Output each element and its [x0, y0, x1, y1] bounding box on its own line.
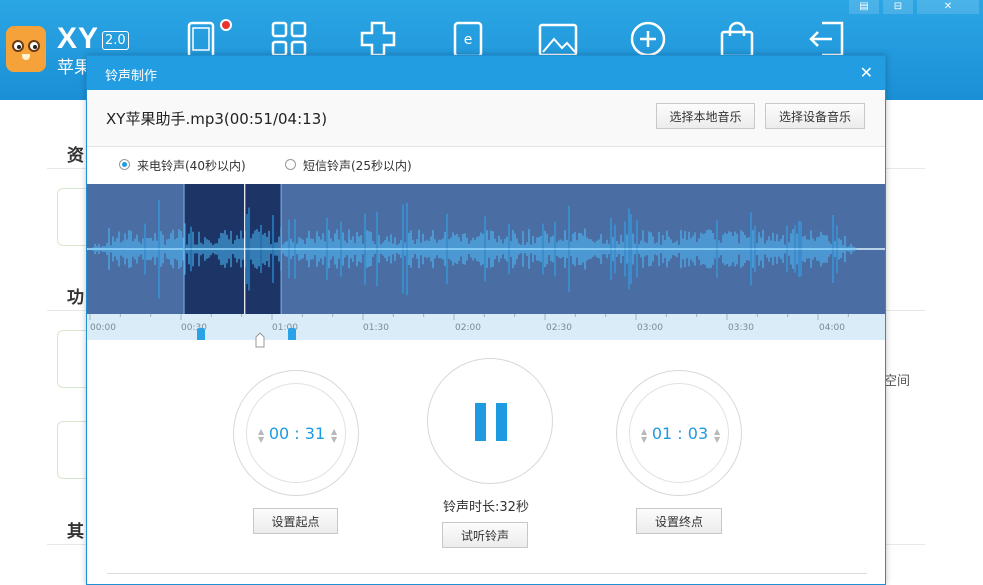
shop-bag-icon[interactable]: [716, 18, 758, 60]
close-app-button[interactable]: ✕: [917, 0, 979, 14]
waveform-graph: [87, 184, 885, 314]
sms-ringtone-radio[interactable]: [285, 159, 296, 170]
phone-icon[interactable]: [180, 18, 222, 60]
app-version-badge: 2.0: [102, 31, 129, 50]
select-device-music-button[interactable]: 选择设备音乐: [765, 103, 865, 129]
ringtone-type-options: 来电铃声(40秒以内) 短信铃声(25秒以内): [87, 147, 885, 184]
tick-label: 04:00: [819, 323, 845, 333]
start-increment-icon[interactable]: ▲ ▼: [331, 428, 337, 444]
svg-text:e: e: [464, 32, 473, 48]
select-local-music-button[interactable]: 选择本地音乐: [656, 103, 755, 129]
exit-icon[interactable]: [806, 18, 848, 60]
game-icon[interactable]: [357, 18, 399, 60]
call-ringtone-label[interactable]: 来电铃声(40秒以内): [137, 157, 246, 174]
call-ringtone-radio[interactable]: [119, 159, 130, 170]
file-info-row: XY苹果助手.mp3(00:51/04:13) 选择本地音乐 选择设备音乐: [87, 90, 885, 147]
dialog-close-button[interactable]: ✕: [860, 63, 873, 82]
tick-label: 03:00: [637, 323, 663, 333]
set-end-button[interactable]: 设置终点: [636, 508, 722, 534]
tick-label: 00:00: [90, 323, 116, 333]
ringtone-duration: 铃声时长:32秒: [443, 500, 529, 515]
pause-icon: [475, 403, 486, 441]
timeline-ruler[interactable]: 00:00 00:30 01:00 01:30 02:00 02:30 03:0…: [87, 314, 885, 340]
ringtone-maker-dialog: 铃声制作 ✕ XY苹果助手.mp3(00:51/04:13) 选择本地音乐 选择…: [86, 55, 886, 585]
apps-grid-icon[interactable]: [268, 18, 310, 60]
set-start-button[interactable]: 设置起点: [253, 508, 338, 534]
tick-label: 03:30: [728, 323, 754, 333]
preview-ringtone-button[interactable]: 试听铃声: [442, 522, 528, 548]
wallpaper-icon[interactable]: [537, 18, 579, 60]
notification-dot: [220, 19, 232, 31]
end-marker-handle[interactable]: [288, 328, 296, 340]
file-name: XY苹果助手.mp3(00:51/04:13): [106, 110, 328, 128]
ringtone-add-icon[interactable]: [627, 18, 669, 60]
sms-ringtone-label[interactable]: 短信铃声(25秒以内): [303, 157, 412, 174]
pause-icon: [496, 403, 507, 441]
tick-label: 01:30: [363, 323, 389, 333]
end-increment-icon[interactable]: ▲ ▼: [714, 428, 720, 444]
dialog-footer-divider: [107, 573, 867, 574]
storage-space-label: 空间: [884, 374, 911, 389]
ebook-icon[interactable]: e: [447, 18, 489, 60]
app-logo-owl-icon: [6, 26, 46, 72]
tick-label: 02:30: [546, 323, 572, 333]
minimize-button[interactable]: ⊟: [883, 0, 913, 14]
section-label-functions: 功: [67, 288, 84, 308]
waveform[interactable]: [87, 184, 885, 314]
app-title: XY: [57, 22, 100, 55]
section-label-other: 其: [67, 522, 84, 542]
section-label-resources: 资: [67, 146, 84, 166]
skin-button[interactable]: ▤: [849, 0, 879, 14]
dialog-title: 铃声制作: [105, 69, 158, 84]
start-marker-handle[interactable]: [197, 328, 205, 340]
playhead-handle[interactable]: [255, 332, 265, 348]
tick-label: 02:00: [455, 323, 481, 333]
pause-button[interactable]: [427, 358, 553, 484]
dialog-titlebar: 铃声制作 ✕: [87, 56, 885, 90]
